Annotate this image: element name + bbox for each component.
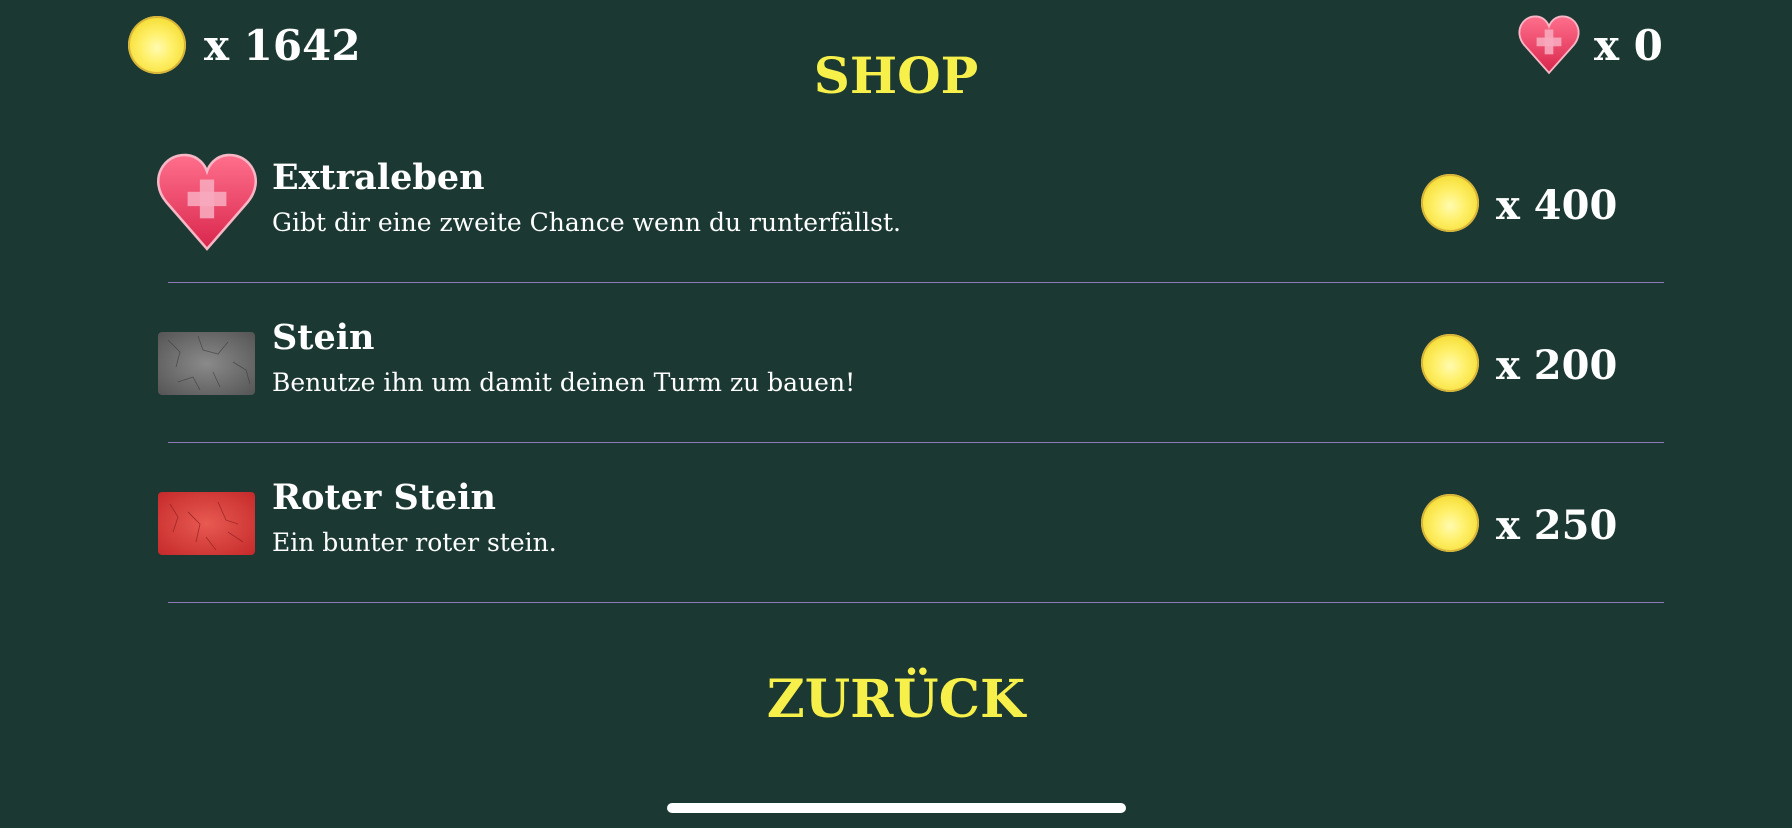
divider <box>168 282 1664 283</box>
item-name: Stein <box>272 317 375 358</box>
item-price: x 200 <box>1496 342 1618 389</box>
coin-icon <box>1421 174 1479 232</box>
item-description: Benutze ihn um damit deinen Turm zu baue… <box>272 368 856 397</box>
home-indicator[interactable] <box>667 803 1126 813</box>
item-price: x 250 <box>1496 502 1618 549</box>
red-stone-icon <box>158 492 255 555</box>
back-button[interactable]: ZURÜCK <box>0 674 1792 726</box>
item-name: Extraleben <box>272 157 485 198</box>
item-price: x 400 <box>1496 182 1618 229</box>
item-description: Gibt dir eine zweite Chance wenn du runt… <box>272 208 901 237</box>
divider <box>168 602 1664 603</box>
item-description: Ein bunter roter stein. <box>272 528 557 557</box>
page-title: SHOP <box>813 46 979 105</box>
item-name: Roter Stein <box>272 477 496 518</box>
coin-icon <box>1421 334 1479 392</box>
heart-plus-icon <box>156 150 258 254</box>
coin-icon <box>1421 494 1479 552</box>
divider <box>168 442 1664 443</box>
grey-stone-icon <box>158 332 255 395</box>
